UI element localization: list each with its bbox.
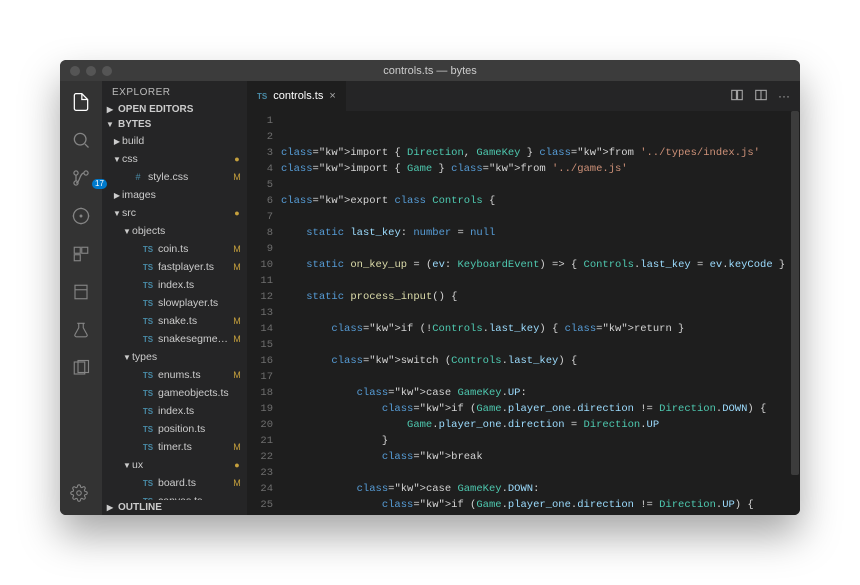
outline-section[interactable]: ▶OUTLINE bbox=[102, 500, 247, 515]
explorer-icon[interactable] bbox=[70, 91, 92, 113]
activity-bar: 17 bbox=[60, 81, 102, 515]
tab-controls[interactable]: TS controls.ts × bbox=[247, 81, 347, 111]
panel-icon-1[interactable] bbox=[70, 281, 92, 303]
file-item[interactable]: TSsnake.tsM bbox=[102, 312, 247, 330]
file-item[interactable]: TScoin.tsM bbox=[102, 240, 247, 258]
folder-item[interactable]: ▼types bbox=[102, 348, 247, 366]
file-item[interactable]: TSposition.ts bbox=[102, 420, 247, 438]
file-item[interactable]: TSslowplayer.ts bbox=[102, 294, 247, 312]
project-label: BYTES bbox=[118, 119, 151, 130]
titlebar[interactable]: controls.ts — bytes bbox=[60, 60, 800, 81]
folder-item[interactable]: ▼objects bbox=[102, 222, 247, 240]
file-item[interactable]: TScanvas.ts bbox=[102, 492, 247, 500]
beaker-icon[interactable] bbox=[70, 319, 92, 341]
file-item[interactable]: TSfastplayer.tsM bbox=[102, 258, 247, 276]
file-item[interactable]: #style.cssM bbox=[102, 168, 247, 186]
file-item[interactable]: TSsnakesegment.tsM bbox=[102, 330, 247, 348]
folder-item[interactable]: ▶images bbox=[102, 186, 247, 204]
open-editors-section[interactable]: ▶OPEN EDITORS bbox=[102, 102, 247, 117]
compare-icon[interactable] bbox=[730, 88, 744, 105]
extensions-icon[interactable] bbox=[70, 243, 92, 265]
tabbar-actions: ··· bbox=[730, 81, 800, 111]
editor[interactable]: 1234567891011121314151617181920212223242… bbox=[247, 111, 800, 515]
folder-item[interactable]: ▼css● bbox=[102, 150, 247, 168]
gear-icon[interactable] bbox=[70, 484, 88, 507]
window-title: controls.ts — bytes bbox=[60, 65, 800, 77]
file-item[interactable]: TSgameobjects.ts bbox=[102, 384, 247, 402]
project-section[interactable]: ▼BYTES bbox=[102, 117, 247, 132]
outline-label: OUTLINE bbox=[118, 502, 162, 513]
close-icon[interactable]: × bbox=[329, 90, 335, 102]
file-item[interactable]: TSboard.tsM bbox=[102, 474, 247, 492]
panel-icon-2[interactable] bbox=[70, 357, 92, 379]
scm-badge: 17 bbox=[92, 179, 107, 189]
search-icon[interactable] bbox=[70, 129, 92, 151]
explorer-title: EXPLORER bbox=[102, 81, 247, 102]
ts-icon: TS bbox=[257, 92, 267, 101]
tabbar: TS controls.ts × ··· bbox=[247, 81, 800, 111]
split-icon[interactable] bbox=[754, 88, 768, 105]
folder-item[interactable]: ▶build bbox=[102, 132, 247, 150]
sidebar: EXPLORER ▶OPEN EDITORS ▼BYTES ▶build▼css… bbox=[102, 81, 247, 515]
editor-area: TS controls.ts × ··· 1234567891011121314… bbox=[247, 81, 800, 515]
more-icon[interactable]: ··· bbox=[778, 89, 790, 103]
file-tree: ▶build▼css●#style.cssM▶images▼src●▼objec… bbox=[102, 132, 247, 500]
editor-window: controls.ts — bytes 17 bbox=[60, 60, 800, 515]
file-item[interactable]: TSenums.tsM bbox=[102, 366, 247, 384]
open-editors-label: OPEN EDITORS bbox=[118, 104, 193, 115]
gutter: 1234567891011121314151617181920212223242… bbox=[247, 111, 281, 515]
debug-icon[interactable] bbox=[70, 205, 92, 227]
file-item[interactable]: TSindex.ts bbox=[102, 402, 247, 420]
scm-icon[interactable]: 17 bbox=[70, 167, 92, 189]
folder-item[interactable]: ▼src● bbox=[102, 204, 247, 222]
tab-label: controls.ts bbox=[273, 90, 323, 102]
file-item[interactable]: TStimer.tsM bbox=[102, 438, 247, 456]
scrollbar[interactable] bbox=[790, 111, 800, 515]
file-item[interactable]: TSindex.ts bbox=[102, 276, 247, 294]
folder-item[interactable]: ▼ux● bbox=[102, 456, 247, 474]
code-content[interactable]: class="kw">import { Direction, GameKey }… bbox=[281, 111, 800, 515]
